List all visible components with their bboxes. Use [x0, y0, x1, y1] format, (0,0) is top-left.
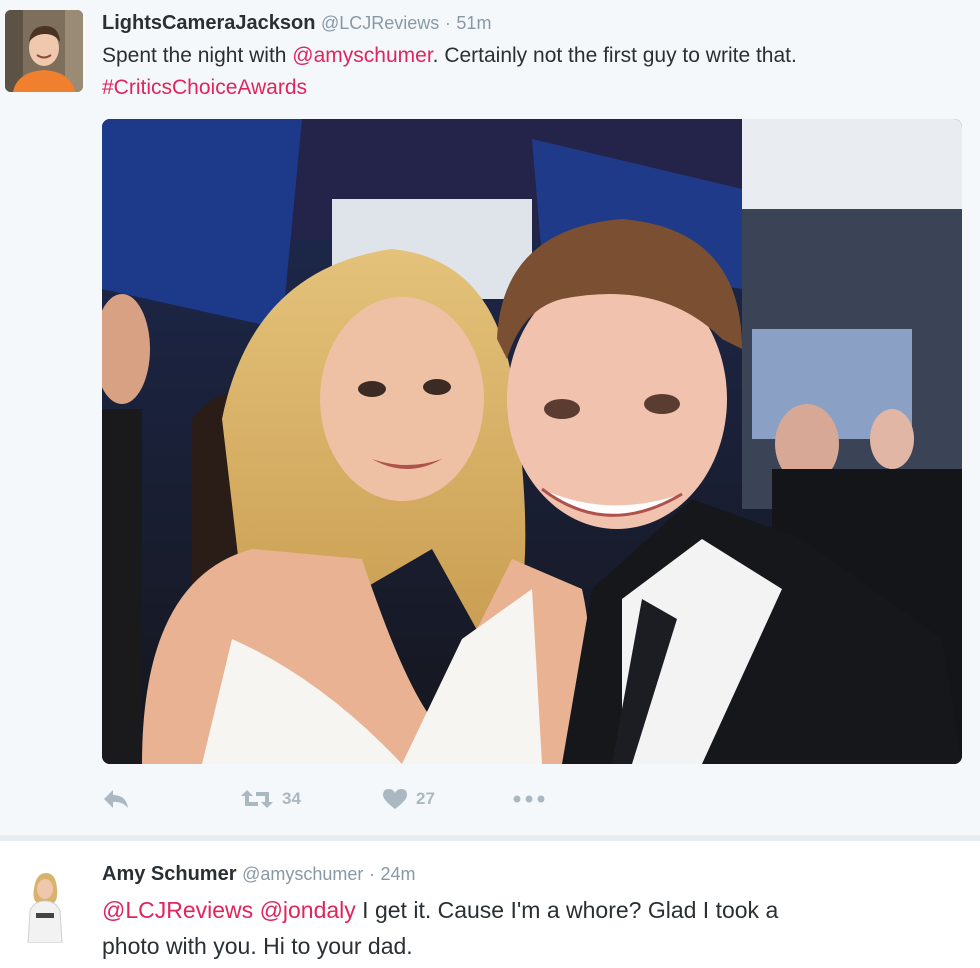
text-segment: . Certainly not the first guy to write t… [432, 44, 797, 67]
hashtag-link[interactable]: #CriticsChoiceAwards [102, 76, 307, 99]
heart-icon [382, 788, 408, 810]
retweet-count: 34 [282, 789, 301, 808]
user-handle[interactable]: @amyschumer [242, 864, 363, 884]
mention-link[interactable]: @jondaly [260, 897, 356, 923]
text-segment: I get it. Cause I'm a whore? Glad I took… [355, 897, 779, 923]
tweet-header: Amy Schumer @amyschumer · 24m [102, 862, 416, 886]
mention-link[interactable]: @LCJReviews [102, 897, 253, 923]
separator-dot: · [368, 864, 375, 884]
tweet-card-lcjreviews: LightsCameraJackson @LCJReviews · 51m Sp… [0, 0, 980, 835]
mention-link[interactable]: @amyschumer [292, 44, 432, 67]
tweet-photo[interactable] [102, 119, 962, 764]
tweet-actions: 34 27 [102, 784, 602, 814]
more-button[interactable] [512, 784, 546, 814]
like-count: 27 [416, 789, 435, 808]
tweet-text: @LCJReviews @jondaly I get it. Cause I'm… [102, 892, 962, 964]
avatar-amyschumer[interactable] [22, 869, 68, 943]
separator-dot: · [444, 13, 451, 33]
display-name[interactable]: Amy Schumer [102, 863, 237, 885]
user-handle[interactable]: @LCJReviews [321, 13, 439, 33]
more-icon [512, 794, 546, 804]
timestamp[interactable]: 24m [381, 864, 416, 884]
avatar-lcjreviews[interactable] [5, 10, 83, 92]
text-segment: photo with you. Hi to your dad. [102, 933, 413, 959]
reply-icon [102, 788, 130, 810]
retweet-icon [240, 788, 274, 810]
tweet-text: Spent the night with @amyschumer. Certai… [102, 40, 962, 104]
text-segment: Spent the night with [102, 44, 293, 67]
like-button[interactable]: 27 [382, 784, 435, 814]
tweet-header: LightsCameraJackson @LCJReviews · 51m [102, 11, 491, 35]
display-name[interactable]: LightsCameraJackson [102, 12, 315, 34]
timestamp[interactable]: 51m [456, 13, 491, 33]
retweet-button[interactable]: 34 [240, 784, 301, 814]
tweet-card-amyschumer: Amy Schumer @amyschumer · 24m @LCJReview… [0, 841, 980, 968]
reply-button[interactable] [102, 784, 130, 814]
